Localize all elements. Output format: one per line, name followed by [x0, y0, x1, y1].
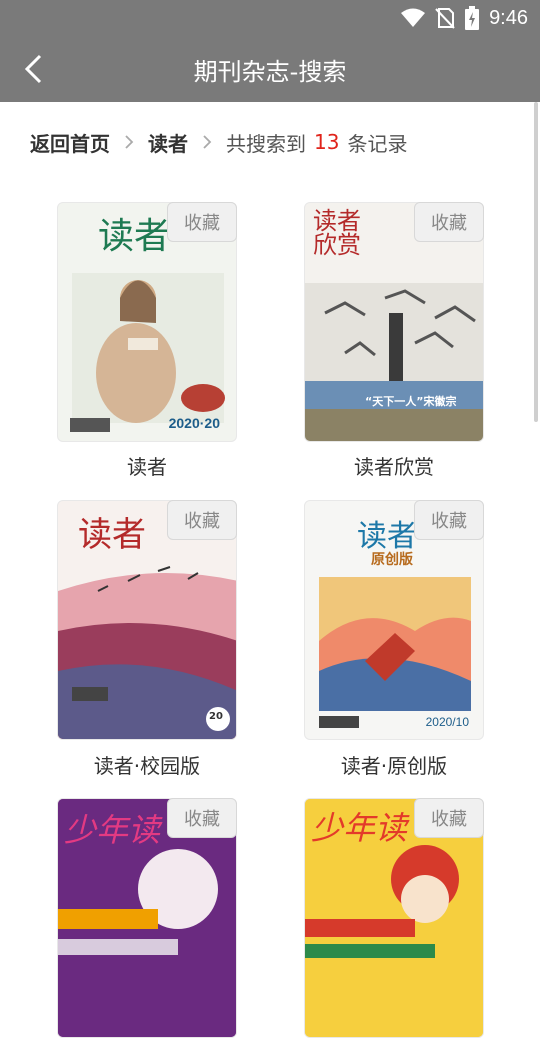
battery-charging-icon — [465, 6, 480, 30]
cover-title: 读者 — [78, 515, 146, 555]
cover-title: 少年读 — [311, 809, 408, 847]
status-bar: 9:46 — [0, 0, 540, 36]
cover-issue: 2020/10 — [425, 715, 469, 729]
magazine-card[interactable]: 读者 原创版 2020/10 收藏 — [304, 500, 484, 740]
status-time: 9:46 — [489, 6, 528, 29]
favorite-button[interactable]: 收藏 — [167, 500, 237, 540]
magazine-title[interactable]: 读者欣赏 — [284, 451, 504, 480]
result-count-prefix: 共搜索到 — [226, 131, 306, 156]
magazine-card[interactable]: 读者欣赏 “天下一人”宋徽宗 收藏 — [304, 202, 484, 442]
chevron-right-icon — [124, 134, 134, 150]
scrollbar[interactable] — [534, 102, 538, 422]
magazine-card[interactable]: 读者 20 收藏 — [57, 500, 237, 740]
magazine-card[interactable]: 读者 2020·20 收藏 — [57, 202, 237, 442]
chevron-right-icon — [202, 134, 212, 150]
title-bar: 期刊杂志-搜索 — [0, 36, 540, 102]
magazine-title[interactable]: 读者·原创版 — [284, 750, 504, 779]
cover-title: 少年读 — [64, 811, 161, 849]
wifi-icon — [401, 8, 426, 27]
cover-issue: 2020·20 — [168, 415, 220, 431]
cover-subtitle: 原创版 — [371, 552, 413, 568]
result-count-suffix: 条记录 — [347, 131, 408, 156]
favorite-button[interactable]: 收藏 — [414, 500, 484, 540]
page-title: 期刊杂志-搜索 — [193, 57, 347, 86]
cover-title: 读者 — [98, 216, 171, 257]
favorite-button[interactable]: 收藏 — [167, 798, 237, 838]
no-sim-icon — [435, 8, 455, 29]
cover-banner: “天下一人”宋徽宗 — [365, 395, 457, 408]
cover-title: 读者欣赏 — [313, 207, 361, 259]
cover-issue: 20 — [209, 711, 223, 722]
status-icons: 9:46 — [401, 6, 528, 30]
magazine-card[interactable]: 少年读 收藏 — [57, 798, 237, 1038]
breadcrumb-current: 读者 — [148, 131, 188, 156]
magazine-title[interactable]: 读者·校园版 — [37, 750, 257, 779]
magazine-card[interactable]: 少年读 收藏 — [304, 798, 484, 1038]
favorite-button[interactable]: 收藏 — [167, 202, 237, 242]
favorite-button[interactable]: 收藏 — [414, 798, 484, 838]
favorite-button[interactable]: 收藏 — [414, 202, 484, 242]
breadcrumb: 返回首页 读者 共搜索到 13 条记录 — [30, 124, 407, 160]
magazine-title[interactable]: 读者 — [37, 451, 257, 480]
result-count: 13 — [314, 130, 340, 154]
breadcrumb-home-link[interactable]: 返回首页 — [30, 128, 110, 157]
